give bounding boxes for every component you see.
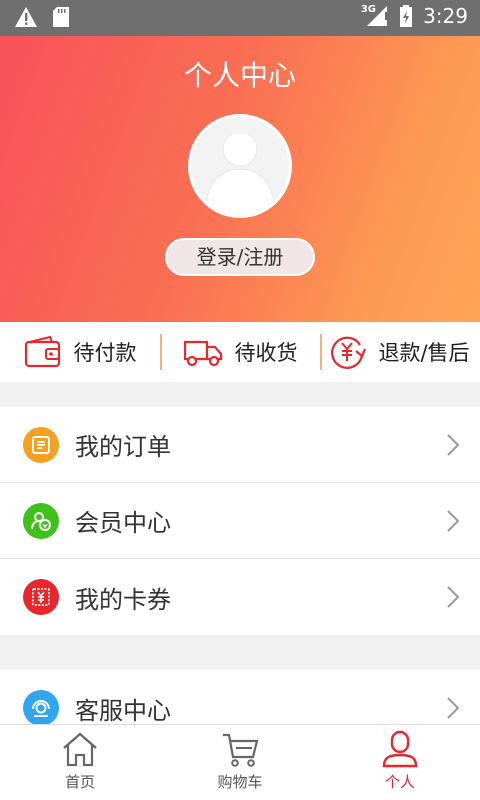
signal-icon (367, 6, 388, 26)
menu-item-coupons[interactable]: 我的卡券 (0, 559, 480, 635)
chevron-right-icon (447, 586, 460, 608)
avatar[interactable] (188, 114, 292, 218)
chevron-right-icon (447, 697, 460, 719)
shortcut-pending-payment[interactable]: 待付款 (0, 322, 160, 382)
menu-item-label: 我的卡券 (75, 585, 171, 614)
shortcut-label: 退款/售后 (378, 341, 470, 365)
sd-card-icon (53, 7, 69, 27)
page-title: 个人中心 (183, 59, 296, 92)
tab-personal[interactable]: 个人 (320, 725, 480, 800)
default-avatar-icon (204, 131, 276, 215)
coupon-icon (23, 579, 59, 615)
menu-item-label: 客服中心 (75, 696, 171, 725)
shortcut-refund[interactable]: 退款/售后 (320, 322, 480, 382)
tab-label: 首页 (64, 773, 95, 791)
chevron-right-icon (447, 434, 460, 456)
menu-item-orders[interactable]: 我的订单 (0, 407, 480, 483)
cart-icon (223, 733, 259, 767)
service-icon (23, 690, 59, 726)
shortcut-label: 待收货 (234, 341, 298, 365)
status-bar: 3G 3:29 (0, 0, 480, 36)
truck-icon (183, 340, 222, 367)
battery-icon (400, 5, 413, 27)
person-icon (382, 730, 418, 768)
chevron-right-icon (447, 510, 460, 532)
shortcut-label: 待付款 (73, 341, 137, 365)
login-register-button[interactable]: 登录/注册 (165, 238, 315, 276)
order-shortcuts: 待付款 待收货 退款/售后 (0, 322, 480, 382)
shortcut-pending-delivery[interactable]: 待收货 (160, 322, 320, 382)
profile-header: 个人中心 登录/注册 (0, 36, 480, 322)
menu-item-membership[interactable]: 会员中心 (0, 483, 480, 559)
status-time: 3:29 (423, 4, 468, 28)
warning-icon (15, 7, 37, 27)
member-icon (23, 502, 59, 539)
tab-label: 购物车 (217, 773, 263, 791)
menu-group-primary: 我的订单 会员中心 我的卡券 (0, 407, 480, 635)
menu-item-label: 我的订单 (75, 433, 171, 461)
tab-cart[interactable]: 购物车 (160, 725, 320, 800)
menu-item-label: 会员中心 (75, 509, 171, 537)
tab-home[interactable]: 首页 (0, 725, 160, 800)
home-icon (63, 732, 97, 767)
order-icon (23, 426, 59, 463)
wallet-icon (24, 336, 60, 368)
tab-label: 个人 (384, 773, 415, 791)
refund-icon (331, 336, 367, 369)
bottom-tab-bar: 首页 购物车 个人 (0, 724, 480, 800)
